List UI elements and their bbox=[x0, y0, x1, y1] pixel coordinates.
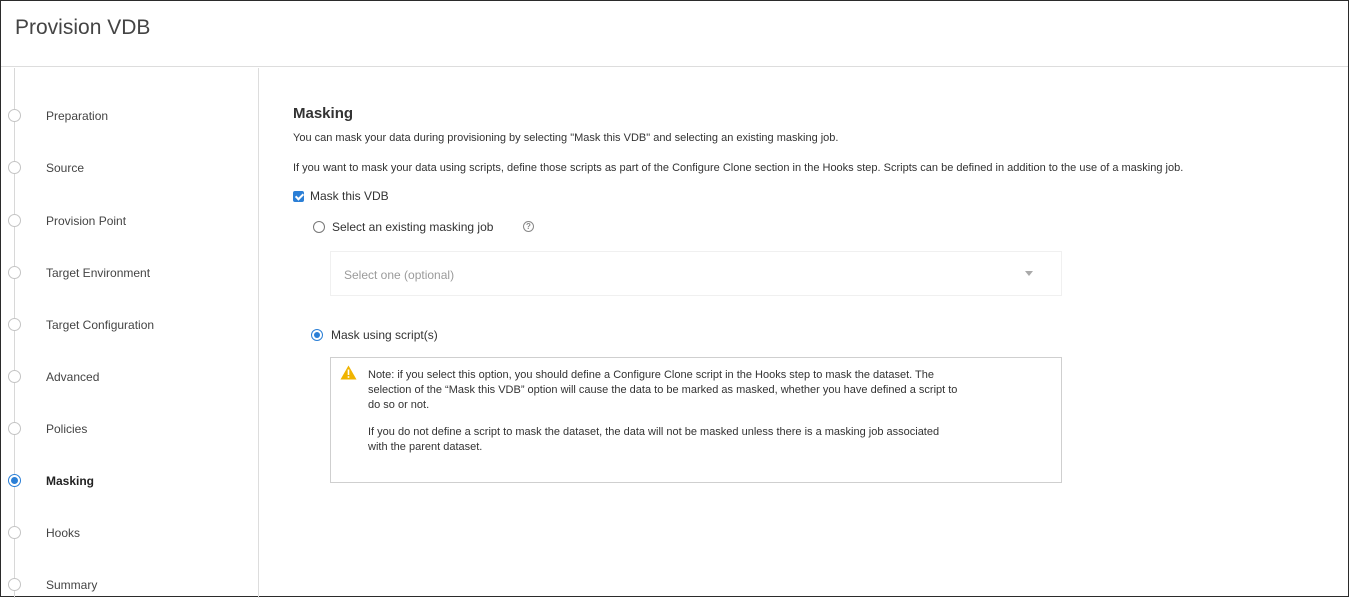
step-provision-point[interactable]: Provision Point bbox=[1, 206, 258, 236]
note-line: Note: if you select this option, you sho… bbox=[368, 369, 935, 381]
step-label: Source bbox=[46, 161, 85, 175]
step-circle-icon bbox=[8, 214, 21, 227]
wizard-stepper: Preparation Source Provision Point Targe… bbox=[1, 68, 259, 598]
step-label: Hooks bbox=[46, 526, 81, 540]
step-label: Preparation bbox=[46, 109, 109, 123]
step-policies[interactable]: Policies bbox=[1, 414, 258, 444]
help-circle-icon[interactable]: ? bbox=[523, 221, 534, 232]
mask-using-scripts-radio[interactable] bbox=[311, 329, 323, 341]
step-circle-icon bbox=[8, 266, 21, 279]
masking-description: You can mask your data during provisioni… bbox=[293, 132, 839, 144]
step-hooks[interactable]: Hooks bbox=[1, 518, 258, 548]
step-preparation[interactable]: Preparation bbox=[1, 101, 258, 131]
note-line: do so or not. bbox=[368, 399, 430, 411]
step-label: Masking bbox=[46, 474, 95, 488]
chevron-down-icon bbox=[1025, 271, 1033, 276]
step-target-environment[interactable]: Target Environment bbox=[1, 258, 258, 288]
step-circle-icon bbox=[8, 370, 21, 383]
step-circle-icon bbox=[8, 526, 21, 539]
step-target-configuration[interactable]: Target Configuration bbox=[1, 310, 258, 340]
mask-this-vdb-checkbox[interactable] bbox=[293, 191, 304, 202]
note-line: with the parent dataset. bbox=[368, 441, 483, 453]
existing-masking-job-radio[interactable] bbox=[313, 221, 325, 233]
step-source[interactable]: Source bbox=[1, 153, 258, 183]
mask-this-vdb-label: Mask this VDB bbox=[310, 189, 389, 203]
step-label: Provision Point bbox=[46, 214, 127, 228]
step-circle-icon bbox=[8, 318, 21, 331]
note-line: selection of the “Mask this VDB” option … bbox=[368, 384, 958, 396]
step-masking[interactable]: Masking bbox=[1, 466, 258, 496]
existing-masking-job-label: Select an existing masking job bbox=[332, 220, 494, 234]
step-circle-icon bbox=[8, 578, 21, 591]
step-summary[interactable]: Summary bbox=[1, 570, 258, 600]
note-line: If you do not define a script to mask th… bbox=[368, 426, 940, 438]
warning-triangle-icon bbox=[340, 365, 357, 380]
dialog-title: Provision VDB bbox=[15, 16, 151, 39]
step-label: Summary bbox=[46, 578, 98, 592]
step-circle-icon bbox=[8, 422, 21, 435]
note-box: Note: if you select this option, you sho… bbox=[330, 357, 1062, 483]
step-label: Policies bbox=[46, 422, 88, 436]
step-label: Advanced bbox=[46, 370, 100, 384]
section-title: Masking bbox=[293, 105, 354, 122]
mask-using-scripts-label: Mask using script(s) bbox=[331, 328, 438, 342]
step-circle-icon bbox=[8, 161, 21, 174]
title-bar: Provision VDB bbox=[1, 1, 1348, 67]
step-circle-active-icon bbox=[8, 474, 21, 487]
select-placeholder: Select one (optional) bbox=[344, 268, 455, 282]
step-circle-icon bbox=[8, 109, 21, 122]
scripts-description: If you want to mask your data using scri… bbox=[293, 162, 1184, 174]
provision-vdb-dialog: Provision VDB Preparation Source Provisi… bbox=[0, 0, 1349, 598]
step-label: Target Configuration bbox=[46, 318, 155, 332]
masking-job-select[interactable]: Select one (optional) bbox=[330, 251, 1062, 296]
step-advanced[interactable]: Advanced bbox=[1, 362, 258, 392]
step-label: Target Environment bbox=[46, 266, 151, 280]
masking-panel: Masking You can mask your data during pr… bbox=[260, 68, 1348, 596]
